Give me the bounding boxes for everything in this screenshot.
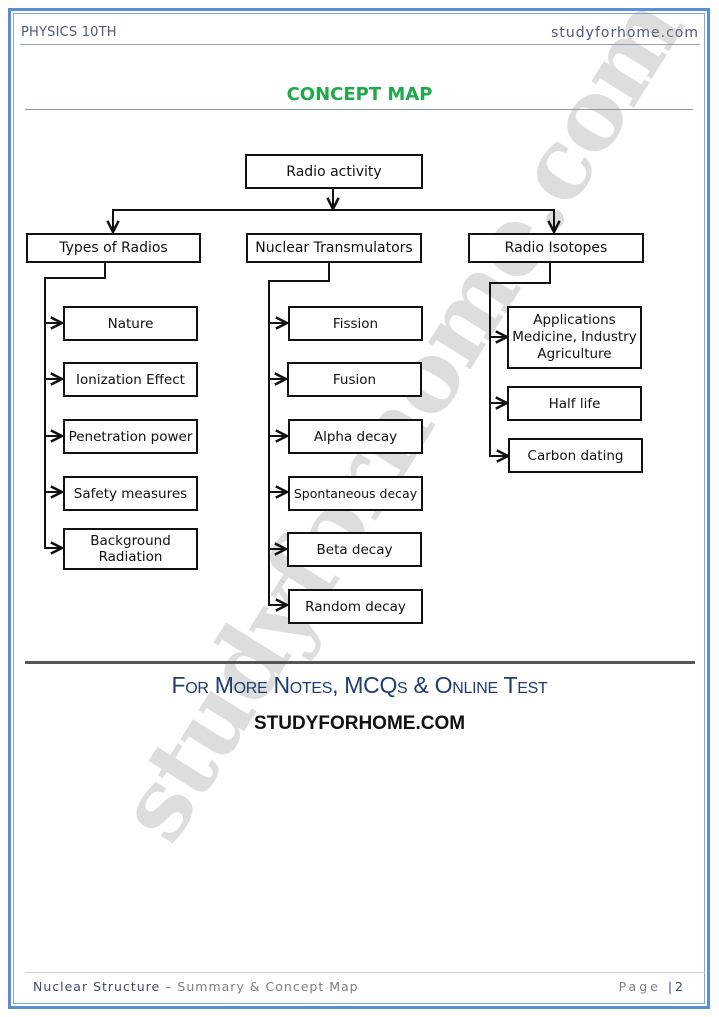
node-types-of-radios: Types of Radios [26,233,201,263]
footer-page-label: Page [618,979,668,994]
node-penetration-power: Penetration power [63,419,198,454]
node-label: Fusion [332,371,377,388]
node-random-decay: Random decay [288,589,423,624]
node-applications: Applications Medicine, Industry Agricult… [507,306,642,369]
node-root: Radio activity [245,154,423,189]
footer-divider [25,972,705,973]
promo-site-link[interactable]: STUDYFORHOME.COM [0,713,719,735]
node-label: Random decay [305,598,406,615]
node-label: Fission [332,315,379,332]
node-label: Spontaneous decay [293,485,418,501]
footer-chapter-title: Nuclear Structure [33,979,161,994]
node-label: Alpha decay [313,428,398,445]
footer-chapter: Nuclear Structure – Summary & Concept Ma… [33,979,359,994]
node-spontaneous-decay: Spontaneous decay [288,476,423,511]
node-label: Safety measures [73,485,188,502]
node-fission: Fission [288,306,423,341]
node-fusion: Fusion [287,362,422,397]
node-label: Applications Medicine, Industry Agricult… [512,312,637,362]
node-nature: Nature [63,306,198,341]
footer-page: Page |2 [619,979,686,994]
node-half-life: Half life [507,386,642,421]
node-label: Nature [107,315,154,332]
promo-text: For More Notes, MCQs & Online Test [171,672,548,698]
node-label: Beta decay [316,541,393,558]
node-label: Nuclear Transmulators [255,240,413,256]
node-label: Types of Radios [59,240,168,256]
node-label: Radio Isotopes [504,240,608,256]
footer-page-separator: | [667,979,676,994]
node-carbon-dating: Carbon dating [508,438,643,473]
node-label: Carbon dating [527,447,624,464]
node-ionization-effect: Ionization Effect [63,362,198,397]
node-label: Half life [548,395,601,412]
node-root-label: Radio activity [286,163,382,180]
node-label: Ionization Effect [76,371,185,388]
node-label: Penetration power [68,428,193,445]
footer-page-number: 2 [675,979,686,994]
footer-chapter-subtitle: – Summary & Concept Map [160,979,359,994]
node-label: Background Radiation [90,533,171,565]
node-background-radiation: Background Radiation [63,528,198,570]
node-alpha-decay: Alpha decay [288,419,423,454]
node-beta-decay: Beta decay [287,532,422,567]
section-divider [25,661,695,664]
node-safety-measures: Safety measures [63,476,198,511]
node-radio-isotopes: Radio Isotopes [468,233,644,263]
node-nuclear-transmulators: Nuclear Transmulators [246,233,422,263]
